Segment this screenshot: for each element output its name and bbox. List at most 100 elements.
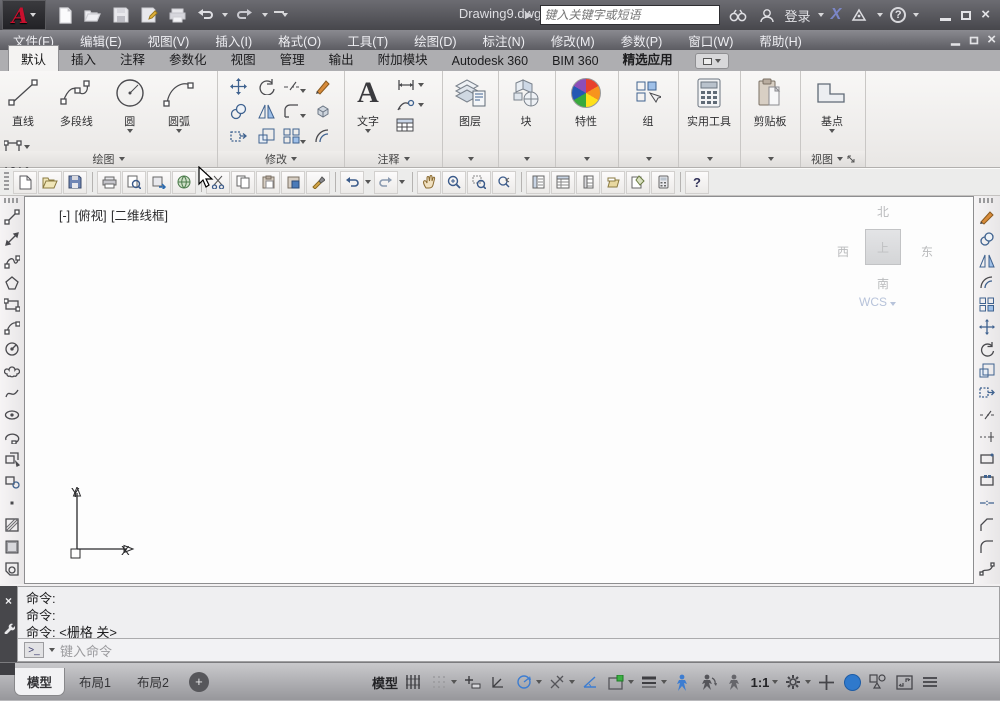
panel-modify-footer[interactable]: 修改 [218,151,344,167]
rectangle-dropdown-icon[interactable] [24,145,30,149]
help-icon[interactable]: ? [890,7,907,23]
tb-help-button[interactable]: ? [685,170,709,194]
tab-addins[interactable]: 附加模块 [366,46,440,71]
tb-plot-button[interactable] [97,170,121,194]
tb-paste-button[interactable] [256,170,280,194]
tab-manage[interactable]: 管理 [268,46,317,71]
toolbar-grip[interactable] [979,198,995,203]
command-history[interactable]: 命令: 命令: 命令: <栅格 关> >_ 键入命令 [17,586,1000,662]
tab-annotate[interactable]: 注释 [108,46,157,71]
text-dropdown-icon[interactable] [365,129,371,133]
tb-quickcalc-button[interactable] [651,170,675,194]
tab-home[interactable]: 默认 [8,45,60,71]
tb-zoom-window-button[interactable] [467,170,491,194]
object-snap-tracking-toggle[interactable] [579,670,601,694]
object-snap-toggle[interactable] [546,670,568,694]
insert-block-tool-button[interactable] [2,448,23,469]
circle-dropdown-icon[interactable] [126,129,133,133]
properties-button[interactable]: 特性 [556,71,616,129]
ellipse-arc-tool-button[interactable] [2,426,23,447]
panel-utilities-footer[interactable] [679,151,740,167]
annotation-visibility-toggle[interactable] [671,670,693,694]
command-wrench-icon[interactable] [3,622,15,634]
ellipse-tool-button[interactable] [2,404,23,425]
join-tool-button[interactable] [977,492,998,513]
dimension-tool-button[interactable] [396,77,425,93]
move-tool-button[interactable] [977,316,998,337]
array-dropdown-icon[interactable] [299,140,306,144]
trim-dropdown-icon[interactable] [299,88,306,93]
trim-tool-button[interactable] [977,404,998,425]
scale-tool-button[interactable] [258,128,275,147]
dynamic-input-toggle[interactable] [461,670,483,694]
tb-pan-button[interactable] [417,170,441,194]
fillet-tool-button[interactable] [977,536,998,557]
mirror-tool-button[interactable] [257,104,275,122]
tb-redo-button[interactable] [374,170,398,194]
line-tool-button[interactable]: 直线 [0,71,46,129]
revcloud-tool-button[interactable] [2,360,23,381]
toolbar-grip[interactable] [4,172,9,192]
line-tool-button[interactable] [2,206,23,227]
hatch-tool-button[interactable] [2,514,23,535]
minimize-button[interactable] [940,17,952,21]
base-button[interactable]: 基点 [801,71,863,133]
stretch-tool-button[interactable] [229,129,247,146]
group-button[interactable]: 组 [619,71,677,129]
tb-open-button[interactable] [38,170,62,194]
base-dropdown-icon[interactable] [829,129,835,133]
dimension-dropdown-icon[interactable] [418,83,425,87]
transparency-dropdown-icon[interactable] [661,680,668,684]
toolbar-grip[interactable] [4,198,20,203]
snap-dropdown-icon[interactable] [451,680,458,684]
annotation-scale-button[interactable] [723,670,745,694]
tb-markup-button[interactable] [626,170,650,194]
offset-tool-button[interactable] [977,272,998,293]
doc-restore-button[interactable] [969,36,979,44]
model-space-toggle[interactable]: 模型 [372,670,398,694]
table-tool-button[interactable] [396,117,424,133]
viewcube-east-label[interactable]: 东 [921,243,933,260]
tb-designcenter-button[interactable] [551,170,575,194]
polar-tracking-toggle[interactable] [513,670,535,694]
scale-tool-button[interactable] [977,360,998,381]
viewport-visualstyle-control[interactable]: [二维线框] [111,209,168,223]
ortho-mode-toggle[interactable] [487,670,509,694]
leader-dropdown-icon[interactable] [418,103,425,107]
menu-window[interactable]: 窗口(W) [675,29,746,52]
signin-button[interactable]: 登录 [785,6,811,25]
command-close-icon[interactable]: × [5,594,12,608]
menu-modify[interactable]: 修改(M) [538,29,608,52]
doc-close-button[interactable]: × [987,32,996,47]
explode-tool-button[interactable] [314,103,331,122]
tb-undo-dropdown-icon[interactable] [365,180,371,184]
viewport-menu-control[interactable]: [-] [59,209,70,223]
customize-status-button[interactable] [919,670,941,694]
tb-publish-button[interactable] [147,170,171,194]
annotation-autoscale-toggle[interactable] [697,670,719,694]
viewcube-top-face[interactable]: 上 [865,229,901,265]
tab-layout2[interactable]: 布局2 [125,668,181,695]
panel-annotation-footer[interactable]: 注释 [345,151,442,167]
communication-center-icon[interactable] [848,4,870,26]
annotation-monitor-button[interactable] [815,670,837,694]
doc-minimize-button[interactable] [951,42,961,46]
command-recent-dropdown-icon[interactable] [49,648,55,652]
arc-tool-button[interactable]: 圆弧 [156,71,202,133]
panel-properties-footer[interactable] [556,151,618,167]
panel-launcher-icon[interactable] [847,155,855,163]
blend-curves-tool-button[interactable] [977,558,998,579]
signin-dropdown-icon[interactable] [817,13,824,17]
extend-tool-button[interactable] [977,426,998,447]
close-button[interactable]: × [981,7,990,22]
text-tool-button[interactable]: A 文字 [345,71,391,133]
tab-output[interactable]: 输出 [317,46,366,71]
tab-parametric[interactable]: 参数化 [157,46,219,71]
copy-tool-button[interactable] [230,103,247,123]
ribbon-minimize-button[interactable] [694,53,729,69]
snap-mode-toggle[interactable] [428,670,450,694]
tb-redo-dropdown-icon[interactable] [399,180,405,184]
panel-block-footer[interactable] [499,151,555,167]
annotation-scale-value[interactable]: 1:1 [749,670,771,694]
leader-tool-button[interactable] [396,97,425,113]
